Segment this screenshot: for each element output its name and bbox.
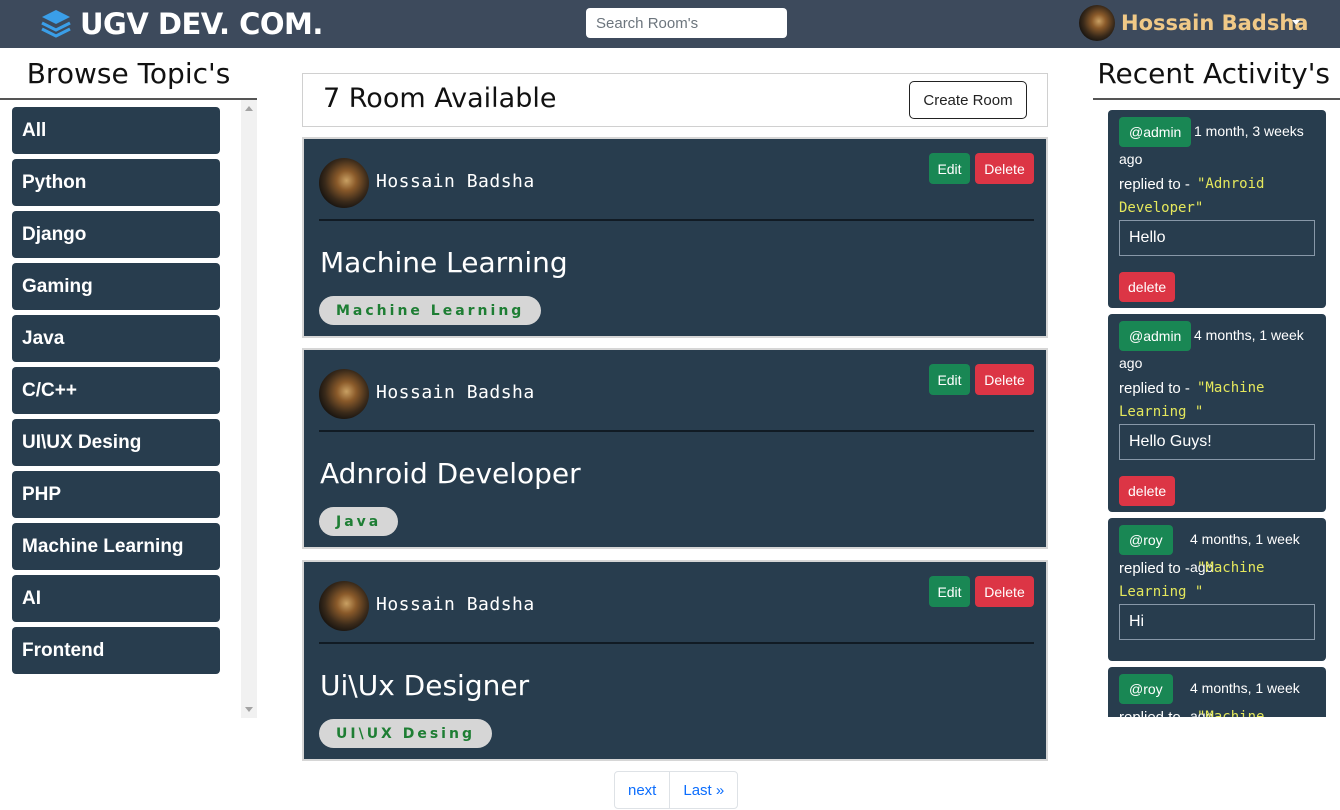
brand-logo[interactable]: UGV DEV. COM. (40, 7, 323, 41)
delete-button[interactable]: Delete (975, 364, 1034, 395)
topic-item-php[interactable]: PHP (12, 471, 220, 518)
activity-user[interactable]: @roy (1119, 525, 1173, 555)
activity-message: Hello Guys! (1119, 424, 1315, 460)
room-title[interactable]: Machine Learning (320, 246, 568, 279)
edit-button[interactable]: Edit (929, 364, 970, 395)
room-card: Hossain Badsha Edit Delete Ui\Ux Designe… (302, 560, 1048, 761)
topic-item-frontend[interactable]: Frontend (12, 627, 220, 674)
activity-item: @admin 1 month, 3 weeks ago replied to -… (1108, 110, 1326, 308)
topic-item-ai[interactable]: AI (12, 575, 220, 622)
topics-list: All Python Django Gaming Java C/C++ UI\U… (0, 100, 257, 718)
scroll-down-icon[interactable] (245, 707, 253, 712)
pagination-next[interactable]: next (615, 772, 669, 808)
host-avatar[interactable] (319, 158, 369, 208)
user-menu[interactable]: Hossain Badsha (1079, 5, 1308, 41)
topic-item-python[interactable]: Python (12, 159, 220, 206)
activity-time: 4 months, 1 week ago (1119, 327, 1304, 371)
room-title[interactable]: Ui\Ux Designer (320, 669, 529, 702)
activity-delete-button[interactable]: delete (1119, 272, 1176, 302)
activity-room[interactable]: "Machine (1119, 705, 1319, 717)
activity-heading: Recent Activity's (1097, 57, 1330, 90)
rooms-header: 7 Room Available Create Room (302, 73, 1048, 127)
topic-item-all[interactable]: All (12, 107, 220, 154)
activity-item: @admin 4 months, 1 week ago replied to -… (1108, 314, 1326, 512)
search-input[interactable] (586, 8, 787, 38)
topics-heading: Browse Topic's (26, 57, 231, 90)
room-count: 7 Room Available (323, 83, 557, 114)
activity-message: Hi (1119, 604, 1315, 640)
avatar (1079, 5, 1115, 41)
delete-button[interactable]: Delete (975, 153, 1034, 184)
topic-item-gaming[interactable]: Gaming (12, 263, 220, 310)
activity-message: Hello (1119, 220, 1315, 256)
room-title[interactable]: Adnroid Developer (320, 457, 581, 490)
room-topic-badge: Machine Learning (319, 296, 542, 325)
room-topic-badge: Java (319, 507, 399, 536)
host-avatar[interactable] (319, 369, 369, 419)
activity-delete-button[interactable]: delete (1119, 476, 1176, 506)
activity-room[interactable]: "Machine Learning " (1119, 556, 1319, 604)
pagination-last[interactable]: Last » (669, 772, 737, 808)
activity-user[interactable]: @roy (1119, 674, 1173, 704)
room-topic-badge: UI\UX Desing (319, 719, 492, 748)
edit-button[interactable]: Edit (929, 153, 970, 184)
pagination: next Last » (614, 771, 739, 809)
room-host[interactable]: Hossain Badsha (376, 171, 535, 192)
room-divider (319, 430, 1034, 432)
activity-room[interactable]: "Machine Learning " (1119, 376, 1319, 424)
topic-item-c-cpp[interactable]: C/C++ (12, 367, 220, 414)
activity-room[interactable]: "Adnroid Developer" (1119, 172, 1319, 220)
room-divider (319, 219, 1034, 221)
user-name: Hossain Badsha (1121, 11, 1309, 35)
room-host[interactable]: Hossain Badsha (376, 382, 535, 403)
edit-button[interactable]: Edit (929, 576, 970, 607)
host-avatar[interactable] (319, 581, 369, 631)
topic-item-java[interactable]: Java (12, 315, 220, 362)
topics-scrollbar[interactable] (241, 100, 257, 718)
scroll-up-icon[interactable] (245, 106, 253, 111)
create-room-button[interactable]: Create Room (909, 81, 1027, 119)
room-host[interactable]: Hossain Badsha (376, 594, 535, 615)
navbar: UGV DEV. COM. Hossain Badsha (0, 0, 1340, 48)
room-divider (319, 642, 1034, 644)
topic-item-ui-ux[interactable]: UI\UX Desing (12, 419, 220, 466)
room-card: Hossain Badsha Edit Delete Adnroid Devel… (302, 348, 1048, 549)
topic-item-django[interactable]: Django (12, 211, 220, 258)
activity-item: @roy 4 months, 1 week ago replied to - "… (1108, 518, 1326, 661)
activity-list: @admin 1 month, 3 weeks ago replied to -… (1093, 100, 1340, 717)
room-card: Hossain Badsha Edit Delete Machine Learn… (302, 137, 1048, 338)
layers-icon (41, 10, 71, 38)
delete-button[interactable]: Delete (975, 576, 1034, 607)
activity-item: @roy 4 months, 1 week ago replied to - "… (1108, 667, 1326, 717)
brand-name: UGV DEV. COM. (80, 7, 323, 41)
topic-item-machine-learning[interactable]: Machine Learning (12, 523, 220, 570)
chevron-down-icon[interactable] (1292, 20, 1300, 25)
activity-time: 1 month, 3 weeks ago (1119, 123, 1304, 167)
